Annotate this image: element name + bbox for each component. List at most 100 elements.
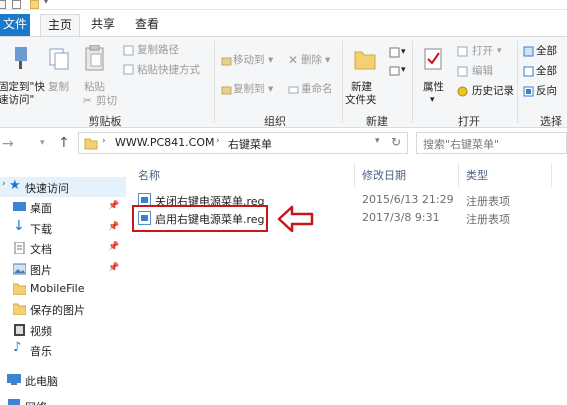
chevron-down-icon: ▾ <box>497 46 502 56</box>
navigation-bar: → ▾ ↑ › WWW.PC841.COM › 右键菜单 ▾ ↻ 搜索"右键菜单… <box>0 128 567 160</box>
sidebar-item-downloads[interactable]: ↓ 下载 📌 <box>0 218 126 238</box>
file-type: 注册表项 <box>466 195 510 208</box>
paste-button[interactable]: 粘贴 <box>80 41 110 101</box>
chevron-right-icon[interactable]: › <box>216 136 220 146</box>
desktop-icon <box>13 202 26 211</box>
pin-label-1: 固定到"快 <box>0 81 45 93</box>
rename-button[interactable]: 重命名 <box>301 83 333 96</box>
chevron-right-icon[interactable]: › <box>102 136 106 146</box>
properties-button[interactable]: 属性 ▾ <box>418 41 450 107</box>
tab-file[interactable]: 文件 <box>0 14 30 36</box>
edit-icon <box>457 66 468 77</box>
select-all-icon <box>523 46 534 57</box>
tab-home[interactable]: 主页 <box>40 14 80 36</box>
pin-quick-access-button[interactable]: 固定到"快 速访问" <box>0 41 45 107</box>
pin-icon <box>15 47 27 69</box>
tab-view[interactable]: 查看 <box>130 14 164 36</box>
column-divider[interactable] <box>354 163 355 187</box>
open-button[interactable]: 打开 <box>472 45 493 58</box>
move-to-button[interactable]: 移动到 <box>233 54 265 67</box>
column-divider[interactable] <box>458 163 459 187</box>
pin-icon[interactable]: 📌 <box>108 263 119 273</box>
chevron-down-icon[interactable]: › <box>2 179 6 189</box>
paste-label: 粘贴 <box>84 81 105 93</box>
paste-icon <box>85 45 104 71</box>
pin-icon[interactable]: 📌 <box>108 222 119 232</box>
sidebar-item-music[interactable]: ♪ 音乐 <box>0 340 126 360</box>
delete-icon: ✕ <box>288 53 299 67</box>
chevron-down-icon[interactable]: ▾ <box>401 46 406 59</box>
paste-shortcut-button[interactable]: 粘贴快捷方式 <box>137 64 200 77</box>
checkbox-icon[interactable] <box>12 0 21 9</box>
column-header-type[interactable]: 类型 <box>466 167 488 183</box>
sidebar-item-network[interactable]: 网络 <box>0 396 126 405</box>
edit-button[interactable]: 编辑 <box>472 65 493 78</box>
pin-icon[interactable]: 📌 <box>108 242 119 252</box>
sidebar-item-documents[interactable]: 文档 📌 <box>0 238 126 258</box>
chevron-down-icon[interactable]: ▾ <box>44 0 48 6</box>
tab-share[interactable]: 共享 <box>86 14 120 36</box>
copy-path-icon <box>123 45 134 56</box>
copy-to-button[interactable]: 复制到 <box>233 83 265 96</box>
sidebar-item-this-pc[interactable]: 此电脑 <box>0 370 126 390</box>
search-placeholder: 搜索"右键菜单" <box>423 138 500 151</box>
up-icon[interactable]: ↑ <box>58 135 70 151</box>
new-item-icon[interactable] <box>389 47 400 58</box>
column-divider[interactable] <box>551 163 552 187</box>
sidebar-item-mobilefile[interactable]: MobileFile <box>0 279 126 299</box>
sidebar-item-saved-pictures[interactable]: 保存的图片 <box>0 299 126 319</box>
folder-icon[interactable] <box>30 0 39 9</box>
invert-selection-button[interactable]: 反向 <box>536 85 557 98</box>
ribbon-tabs: 文件 主页 共享 查看 <box>0 10 567 36</box>
sidebar-item-videos[interactable]: 视频 <box>0 320 126 340</box>
new-folder-button[interactable]: 新建 文件夹 <box>344 41 384 107</box>
column-header-date[interactable]: 修改日期 <box>362 167 406 183</box>
chevron-down-icon[interactable]: ▾ <box>375 136 380 146</box>
history-icon <box>457 86 468 97</box>
title-bar: ▾ <box>0 0 567 10</box>
copy-button[interactable]: 复制 <box>46 41 72 101</box>
easy-access-icon[interactable] <box>389 65 400 76</box>
properties-label: 属性 <box>423 81 444 93</box>
sidebar-item-pictures[interactable]: 图片 📌 <box>0 259 126 279</box>
folder-icon <box>13 283 26 295</box>
chevron-down-icon[interactable]: ▾ <box>401 64 406 77</box>
document-icon <box>14 242 25 254</box>
ribbon-divider <box>214 41 215 123</box>
new-folder-label-1: 新建 <box>351 81 372 93</box>
chevron-down-icon[interactable]: ▾ <box>40 138 45 148</box>
column-header-name[interactable]: 名称 <box>138 167 160 183</box>
rename-icon <box>288 86 299 94</box>
group-organize-label: 组织 <box>264 115 286 128</box>
properties-icon <box>424 48 442 70</box>
sidebar-item-desktop[interactable]: 桌面 📌 <box>0 197 126 217</box>
select-none-button[interactable]: 全部 <box>536 65 557 78</box>
history-button[interactable]: 历史记录 <box>472 85 514 98</box>
sidebar-item-quick-access[interactable]: › ★ 快速访问 <box>0 177 126 197</box>
refresh-icon[interactable]: ↻ <box>391 135 401 149</box>
address-bar[interactable]: › WWW.PC841.COM › 右键菜单 ▾ ↻ <box>78 132 408 154</box>
navigation-pane: › ★ 快速访问 桌面 📌 ↓ 下载 📌 文档 📌 图片 📌 MobileFil… <box>0 160 126 405</box>
delete-button[interactable]: 删除 <box>301 54 322 67</box>
computer-icon <box>7 374 21 385</box>
select-all-button[interactable]: 全部 <box>536 45 557 58</box>
picture-icon <box>13 263 26 275</box>
cut-button[interactable]: 剪切 <box>96 95 117 108</box>
group-select-label: 选择 <box>540 115 562 128</box>
download-icon: ↓ <box>13 218 25 234</box>
breadcrumb-root[interactable]: WWW.PC841.COM <box>115 136 215 149</box>
sidebar-item-label: 桌面 <box>30 202 52 215</box>
sidebar-item-label: 文档 <box>30 243 52 256</box>
back-icon[interactable]: → <box>2 136 14 152</box>
search-input[interactable]: 搜索"右键菜单" <box>416 132 567 154</box>
pin-icon[interactable]: 📌 <box>108 201 119 211</box>
sidebar-item-label: 此电脑 <box>25 375 58 388</box>
file-type: 注册表项 <box>466 213 510 226</box>
copy-path-button[interactable]: 复制路径 <box>137 44 179 57</box>
paste-shortcut-icon <box>123 64 134 75</box>
folder-icon <box>84 138 98 150</box>
file-date: 2015/6/13 21:29 <box>362 193 454 206</box>
copy-icon <box>49 48 69 70</box>
breadcrumb-current[interactable]: 右键菜单 <box>228 136 272 152</box>
sidebar-item-label: 图片 <box>30 264 52 277</box>
